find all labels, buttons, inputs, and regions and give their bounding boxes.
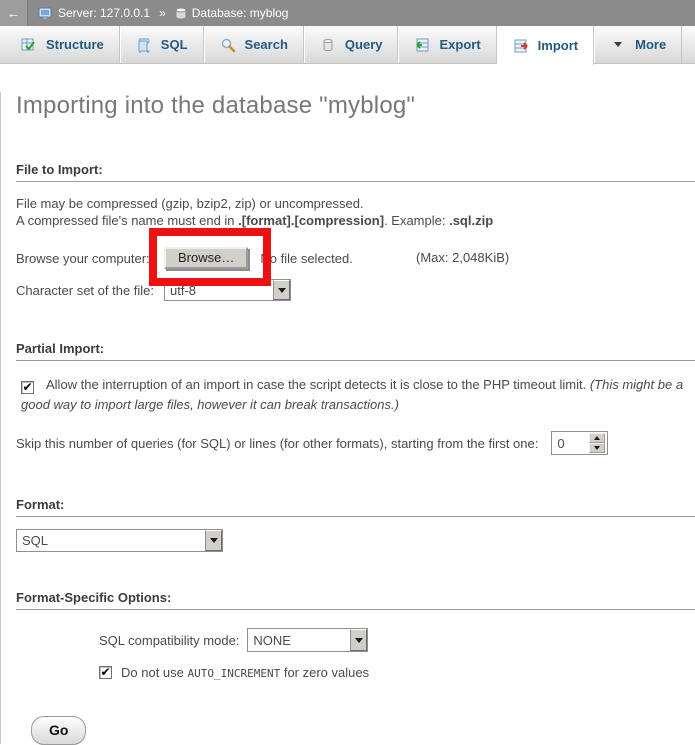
- section-heading-partial-import: Partial Import:: [16, 341, 695, 361]
- search-icon: [220, 37, 236, 53]
- allow-interruption-checkbox[interactable]: ✔: [21, 381, 34, 394]
- allow-interruption-label: Allow the interruption of an import in c…: [46, 377, 590, 392]
- tab-sql[interactable]: SQL: [120, 26, 204, 63]
- back-arrow-icon: ←: [7, 5, 21, 21]
- go-button[interactable]: Go: [31, 716, 86, 745]
- section-heading-format: Format:: [16, 497, 695, 517]
- checkmark-icon: ✔: [22, 381, 32, 393]
- tab-query[interactable]: Query: [304, 26, 399, 63]
- server-icon: [38, 7, 53, 20]
- tab-search[interactable]: Search: [204, 26, 304, 63]
- sql-compatibility-label: SQL compatibility mode:: [99, 633, 239, 648]
- sql-compatibility-select[interactable]: NONE: [247, 628, 368, 652]
- export-icon: [414, 37, 430, 53]
- tab-structure[interactable]: Structure: [6, 26, 120, 63]
- checkmark-icon: ✔: [100, 666, 110, 678]
- max-upload-size-text: (Max: 2,048KiB): [416, 250, 509, 265]
- tab-export[interactable]: Export: [398, 26, 496, 63]
- tab-label: More: [635, 37, 666, 52]
- no-file-selected-text: No file selected.: [260, 251, 353, 266]
- breadcrumb-separator: »: [159, 6, 166, 20]
- skip-queries-label: Skip this number of queries (for SQL) or…: [16, 436, 538, 451]
- back-button[interactable]: ←: [0, 0, 28, 26]
- breadcrumb-database-link[interactable]: Database: myblog: [192, 6, 289, 20]
- format-selected-value: SQL: [17, 533, 48, 548]
- sql-icon: [136, 37, 152, 53]
- structure-icon: [21, 37, 37, 53]
- skip-queries-input[interactable]: 0: [551, 431, 608, 455]
- section-heading-file-to-import: File to Import:: [16, 162, 695, 182]
- charset-row: Character set of the file: utf-8: [16, 279, 695, 301]
- query-icon: [320, 37, 336, 53]
- browse-button[interactable]: Browse…: [164, 247, 248, 269]
- database-icon: [175, 7, 187, 20]
- tab-import[interactable]: Import: [497, 26, 594, 65]
- chevron-down-icon: [610, 37, 626, 53]
- tab-bar: Structure SQL Search Query Export Import: [0, 26, 695, 64]
- charset-selected-value: utf-8: [165, 283, 196, 298]
- section-heading-format-specific-options: Format-Specific Options:: [16, 590, 695, 610]
- breadcrumb: Server: 127.0.0.1 » Database: myblog: [38, 6, 288, 20]
- sql-compatibility-row: SQL compatibility mode: NONE: [99, 628, 695, 652]
- auto-increment-checkbox[interactable]: ✔: [99, 666, 112, 679]
- charset-select[interactable]: utf-8: [164, 279, 291, 301]
- auto-increment-label: Do not use AUTO_INCREMENT for zero value…: [121, 665, 369, 680]
- dropdown-arrow-icon[interactable]: [350, 629, 367, 651]
- breadcrumb-server-link[interactable]: Server: 127.0.0.1: [58, 6, 150, 20]
- number-spinner: [589, 433, 605, 453]
- tab-label: Export: [439, 37, 480, 52]
- import-icon: [513, 38, 529, 54]
- spinner-down-button[interactable]: [589, 443, 605, 453]
- compression-info-text: File may be compressed (gzip, bzip2, zip…: [16, 195, 695, 229]
- tab-label: Import: [538, 38, 578, 53]
- format-select[interactable]: SQL: [16, 529, 223, 552]
- auto-increment-row: ✔ Do not use AUTO_INCREMENT for zero val…: [99, 664, 695, 680]
- spinner-up-button[interactable]: [589, 433, 605, 443]
- skip-queries-row: Skip this number of queries (for SQL) or…: [16, 431, 695, 455]
- tab-label: Structure: [46, 37, 104, 52]
- import-page: Importing into the database "myblog" Fil…: [0, 92, 695, 744]
- breadcrumb-bar: ← Server: 127.0.0.1 » Database: myblog: [0, 0, 695, 26]
- file-upload-row: Browse your computer: Browse… No file se…: [16, 247, 695, 269]
- page-title: Importing into the database "myblog": [16, 92, 695, 120]
- sql-compatibility-value: NONE: [248, 633, 291, 648]
- allow-interruption-row: ✔ Allow the interruption of an import in …: [16, 375, 695, 415]
- dropdown-arrow-icon[interactable]: [273, 280, 290, 300]
- tab-label: SQL: [161, 37, 188, 52]
- tab-label: Search: [245, 37, 288, 52]
- dropdown-arrow-icon[interactable]: [205, 530, 222, 551]
- charset-label: Character set of the file:: [16, 283, 164, 298]
- skip-queries-value: 0: [552, 436, 564, 451]
- browse-label: Browse your computer:: [16, 251, 164, 266]
- tab-more[interactable]: More: [594, 26, 682, 63]
- tab-label: Query: [345, 37, 383, 52]
